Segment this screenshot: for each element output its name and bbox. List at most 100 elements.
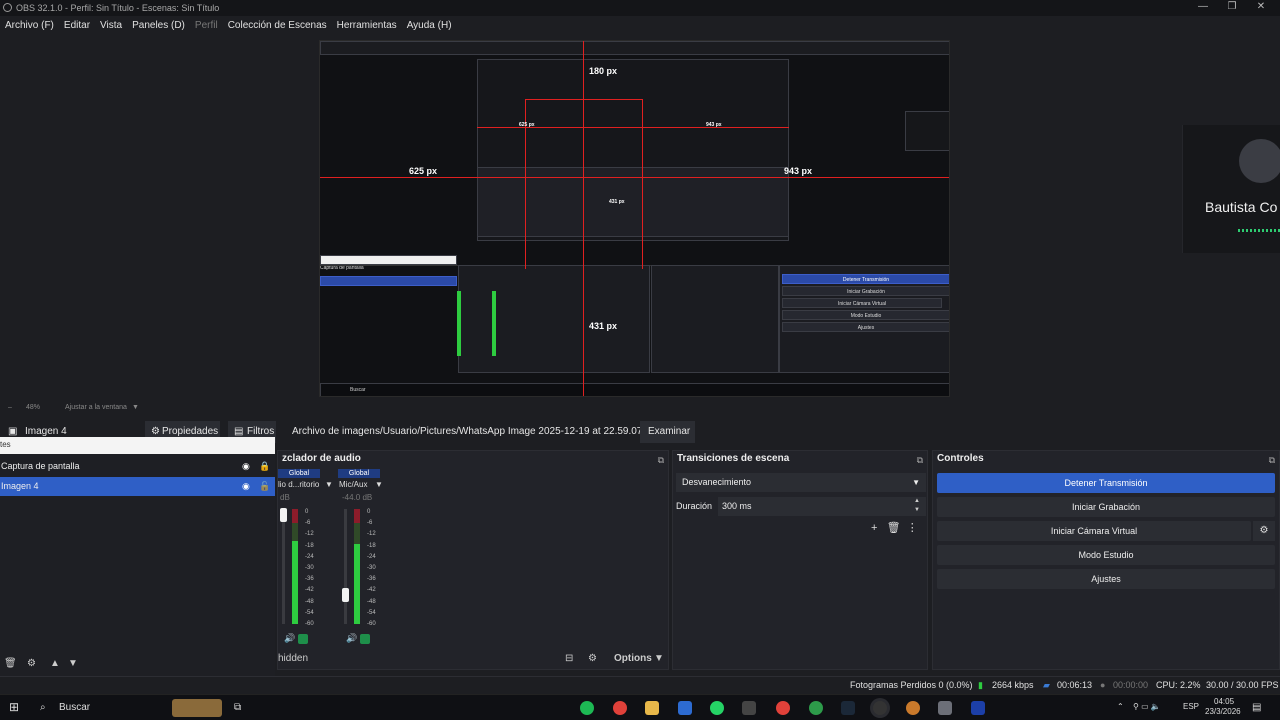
minimize-icon[interactable]: — [1196,1,1210,13]
channel-2-meter-fill [354,543,360,624]
task-view-icon[interactable]: ⧉ [234,702,241,713]
popout-icon[interactable]: ⧉ [1269,452,1275,468]
channel-1-icons: 🔊 [284,633,309,644]
volume-icon[interactable]: 🔊 [284,633,295,643]
settings-button[interactable]: Ajustes [937,569,1275,589]
clock-date[interactable]: 23/3/2026 [1205,707,1241,716]
chrome-profile-4-icon[interactable] [906,701,920,715]
virtual-camera-settings-icon[interactable]: ⚙ [1253,521,1275,541]
duration-value: 300 ms [722,501,752,511]
transitions-dock: Transiciones de escena ⧉ Desvanecimiento… [672,450,928,670]
transition-select[interactable]: Desvanecimiento ▼ [676,473,926,492]
app-icon[interactable] [938,701,952,715]
inner-measure-right: 943 px [706,122,722,128]
stop-stream-button[interactable]: Detener Transmisión [937,473,1275,493]
start-recording-button[interactable]: Iniciar Grabación [937,497,1275,517]
zoom-level: 48% [26,404,41,411]
volume-icon[interactable]: 🔊 [346,633,357,643]
menu-perfil[interactable]: Perfil [195,20,218,31]
duration-input[interactable]: 300 ms ▲ ▼ [718,497,926,516]
spotify-icon[interactable] [580,701,594,715]
menu-archivo[interactable]: Archivo (F) [5,20,54,31]
more-icon[interactable]: ⋮ [907,522,918,534]
move-up-icon[interactable]: ▲ [50,658,60,669]
steam-icon[interactable] [841,701,855,715]
menu-coleccion-escenas[interactable]: Colección de Escenas [228,20,327,31]
options-button[interactable]: Options [614,653,652,664]
source-item-imagen4[interactable]: Imagen 4 ◉ 🔓 [0,477,275,496]
mixer-settings-icon[interactable]: ⚙ [588,653,597,664]
zoom-minus-icon[interactable]: – [8,404,12,411]
nested-meter-1 [457,291,461,356]
tray-chevron-icon[interactable]: ⌃ [1117,702,1124,711]
trash-icon[interactable]: 🗑 [887,522,901,534]
popout-icon[interactable]: ⧉ [917,452,923,468]
obs-taskbar-icon[interactable] [873,701,887,715]
spinner-icon[interactable]: ▲ ▼ [914,497,920,515]
sources-header: tes [0,437,275,454]
menu-vista[interactable]: Vista [100,20,122,31]
tray-icons[interactable]: ⚲ ▭ 🔈 [1133,702,1161,711]
app-icon-2[interactable] [971,701,985,715]
close-icon[interactable]: ✕ [1254,1,1268,13]
zoom-fit[interactable]: Ajustar a la ventana [65,404,127,411]
channel-2-fader-track [344,509,347,624]
taskbar-widget-image[interactable] [172,699,222,717]
preview-canvas[interactable]: Captura de pantalla Detener Transmisión … [319,40,950,397]
record-icon: ● [1100,680,1106,690]
trash-icon[interactable]: 🗑 [4,658,17,669]
menu-editar[interactable]: Editar [64,20,90,31]
start-virtual-camera-button[interactable]: Iniciar Cámara Virtual [937,521,1251,541]
layout-icon[interactable]: ⊟ [565,653,573,664]
gear-icon[interactable]: ⚙ [27,658,36,669]
language[interactable]: ESP [1183,702,1199,711]
zoom-dropdown-icon[interactable]: ▼ [132,404,139,411]
scale-tick: -30 [367,565,376,572]
studio-mode-button[interactable]: Modo Estudio [937,545,1275,565]
clock-time[interactable]: 04:05 [1214,697,1234,706]
channel-2-global: Global [338,469,380,478]
channel-1-dropdown-icon[interactable]: ▼ [325,480,333,489]
menu-ayuda[interactable]: Ayuda (H) [407,20,452,31]
channel-1-fader[interactable] [280,508,287,522]
eye-icon[interactable]: ◉ [242,477,250,496]
capcut-icon[interactable] [742,701,756,715]
popout-icon[interactable]: ⧉ [658,452,664,468]
chrome-profile-2-icon[interactable] [776,701,790,715]
notifications-icon[interactable]: ▤ [1252,702,1261,713]
move-down-icon[interactable]: ▼ [68,658,78,669]
lock-icon[interactable]: 🔒 [259,457,270,476]
menu-paneles[interactable]: Paneles (D) [132,20,185,31]
menu-herramientas[interactable]: Herramientas [337,20,397,31]
browse-button[interactable]: Examinar [640,421,695,443]
nested-sources-header [320,255,457,265]
fps: 30.00 / 30.00 FPS [1206,680,1279,690]
chrome-icon[interactable] [613,701,627,715]
scale-tick: 0 [305,509,309,515]
channel-2-fader[interactable] [342,588,349,602]
chrome-profile-3-icon[interactable] [809,701,823,715]
channel-2-icons: 🔊 [346,633,371,644]
windows-start-icon[interactable]: ⊞ [9,700,19,714]
source-item-captura[interactable]: Captura de pantalla ◉ 🔒 [0,457,275,476]
search-icon[interactable]: ⌕ [40,702,46,713]
options-dropdown-icon[interactable]: ▼ [654,653,664,664]
channel-1-fader-track [282,509,285,624]
file-explorer-icon[interactable] [645,701,659,715]
context-source-icon: ▣ [8,426,18,437]
headphones-icon[interactable] [298,633,309,644]
scale-tick: -48 [305,598,314,605]
taskbar-search[interactable]: Buscar [59,702,90,713]
maximize-icon[interactable]: ❐ [1225,1,1239,13]
eye-icon[interactable]: ◉ [242,457,250,476]
whatsapp-icon[interactable] [710,701,724,715]
defender-icon[interactable] [678,701,692,715]
bitrate: 2664 kbps [992,680,1034,690]
channel-1-global: Global [278,469,320,478]
channel-2-dropdown-icon[interactable]: ▼ [375,480,383,489]
unlock-icon[interactable]: 🔓 [259,477,270,496]
add-icon[interactable]: + [871,522,877,534]
channel-1-meter-fill [292,541,298,624]
headphones-icon[interactable] [360,633,371,644]
transitions-title: Transiciones de escena [677,453,790,464]
